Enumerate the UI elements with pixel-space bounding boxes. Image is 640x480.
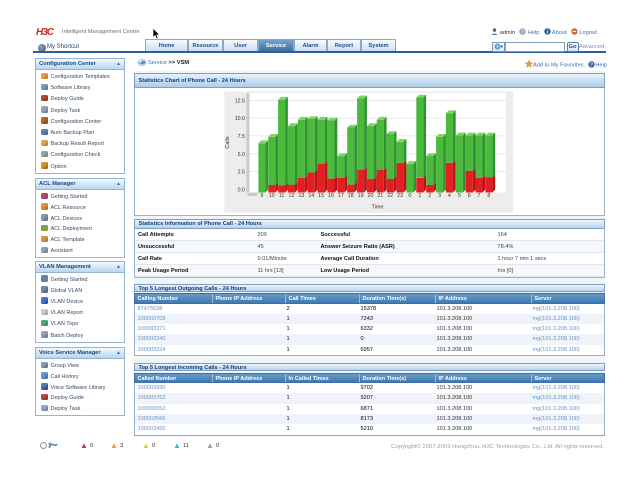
svg-text:Time: Time [371, 204, 383, 210]
svg-text:12.5: 12.5 [234, 98, 244, 104]
svg-text:16: 16 [328, 193, 334, 199]
svg-text:?: ? [521, 29, 524, 35]
svg-text:8: 8 [487, 193, 490, 199]
svg-text:6: 6 [467, 193, 470, 199]
svg-text:2: 2 [428, 193, 431, 199]
svg-text:18: 18 [347, 193, 353, 199]
svg-text:12: 12 [288, 193, 294, 199]
svg-text:21: 21 [377, 193, 383, 199]
svg-text:7: 7 [477, 193, 480, 199]
svg-text:5.0: 5.0 [237, 151, 244, 157]
svg-text:2.5: 2.5 [237, 169, 244, 175]
svg-text:19: 19 [357, 193, 363, 199]
svg-text:1: 1 [418, 193, 421, 199]
svg-text:10.0: 10.0 [234, 116, 244, 122]
svg-text:17: 17 [337, 193, 343, 199]
svg-text:3: 3 [438, 193, 441, 199]
svg-text:0: 0 [408, 193, 411, 199]
svg-text:4: 4 [447, 193, 450, 199]
svg-text:7.5: 7.5 [237, 133, 244, 139]
svg-text:23: 23 [397, 193, 403, 199]
svg-text:0.0: 0.0 [237, 187, 244, 193]
svg-text:9: 9 [260, 193, 263, 199]
svg-text:13: 13 [298, 193, 304, 199]
svg-text:11: 11 [278, 193, 284, 199]
svg-text:15: 15 [318, 193, 324, 199]
svg-text:10: 10 [268, 193, 274, 199]
svg-text:?: ? [590, 62, 593, 68]
svg-text:Calls: Calls [225, 136, 231, 148]
svg-text:5: 5 [457, 193, 460, 199]
svg-text:22: 22 [387, 193, 393, 199]
svg-text:20: 20 [367, 193, 373, 199]
svg-text:14: 14 [308, 193, 314, 199]
